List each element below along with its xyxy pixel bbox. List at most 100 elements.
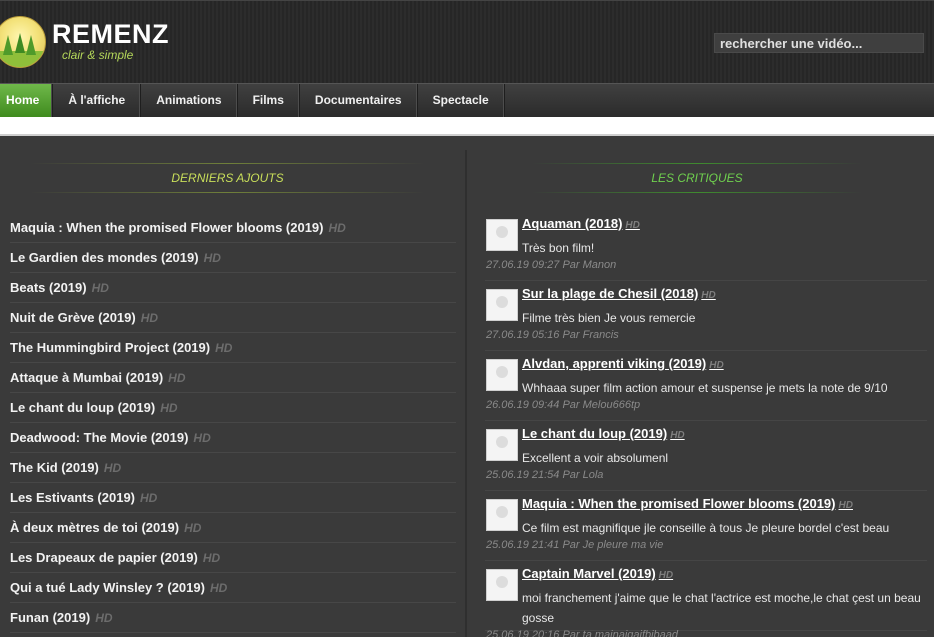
film-title: The Hummingbird Project (2019) <box>10 340 211 355</box>
review-film-link[interactable]: Aquaman (2018) HD <box>522 216 640 231</box>
film-item[interactable]: Beats (2019) HD <box>10 273 456 303</box>
hd-badge: HD <box>328 221 346 235</box>
hd-badge: HD <box>709 360 724 371</box>
nav-spectacle[interactable]: Spectacle <box>418 84 505 117</box>
film-item[interactable]: Funan (2019) HD <box>10 603 456 633</box>
review-meta: 27.06.19 09:27 Par Manon <box>486 259 617 271</box>
hd-badge: HD <box>184 521 202 535</box>
nav-home[interactable]: Home <box>0 84 54 117</box>
review-text: Très bon film! <box>522 241 595 255</box>
review-text: Ce film est magnifique jle conseille à t… <box>522 521 890 535</box>
nav-a-laffiche[interactable]: À l'affiche <box>53 84 142 117</box>
film-title: Attaque à Mumbai (2019) <box>10 370 164 385</box>
avatar <box>486 499 518 531</box>
hd-badge: HD <box>203 251 221 265</box>
film-item[interactable]: Deadwood: The Movie (2019) HD <box>10 423 456 453</box>
latest-additions-column: DERNIERS AJOUTS Maquia : When the promis… <box>0 138 465 637</box>
hd-badge: HD <box>168 371 186 385</box>
search-input[interactable] <box>714 33 924 53</box>
hd-badge: HD <box>670 430 685 441</box>
review-film-link[interactable]: Le chant du loup (2019) HD <box>522 426 685 441</box>
hd-badge: HD <box>160 401 178 415</box>
review-film-link[interactable]: Maquia : When the promised Flower blooms… <box>522 496 853 511</box>
review-film-title: Maquia : When the promised Flower blooms… <box>522 496 836 511</box>
film-title: The Kid (2019) <box>10 460 99 475</box>
hd-badge: HD <box>91 281 109 295</box>
hd-badge: HD <box>658 570 674 581</box>
hd-badge: HD <box>193 431 211 445</box>
nav-documentaires[interactable]: Documentaires <box>300 84 418 117</box>
hd-badge: HD <box>95 611 113 625</box>
film-item[interactable]: Le Gardien des mondes (2019) HD <box>10 243 456 273</box>
nav-films[interactable]: Films <box>238 84 300 117</box>
film-item[interactable]: Le chant du loup (2019) HD <box>10 393 456 423</box>
film-title: À deux mètres de toi (2019) <box>10 520 180 535</box>
hd-badge: HD <box>838 500 853 511</box>
film-title: Le Gardien des mondes (2019) <box>10 250 199 265</box>
site-header: REMENZ clair & simple <box>0 0 934 83</box>
review-film-title: Sur la plage de Chesil (2018) <box>522 286 699 301</box>
review-film-link[interactable]: Alvdan, apprenti viking (2019) HD <box>522 356 724 371</box>
review-film-title: Aquaman (2018) <box>522 216 623 231</box>
film-title: Les Drapeaux de papier (2019) <box>10 550 198 565</box>
review-meta: 27.06.19 05:16 Par Francis <box>486 329 619 341</box>
nav-animations[interactable]: Animations <box>141 84 238 117</box>
hd-badge: HD <box>140 311 159 325</box>
film-list: Maquia : When the promised Flower blooms… <box>10 213 456 633</box>
review-meta: 26.06.19 09:44 Par Melou666tp <box>486 399 641 411</box>
hd-badge: HD <box>701 290 716 301</box>
hd-badge: HD <box>209 581 228 595</box>
review-text: Whhaaa super film action amour et suspen… <box>522 381 888 395</box>
review-meta: 25.06.19 21:41 Par Je pleure ma vie <box>486 539 664 551</box>
review-film-link[interactable]: Captain Marvel (2019) HD <box>522 566 673 581</box>
film-title: Maquia : When the promised Flower blooms… <box>10 220 324 235</box>
review-item: Aquaman (2018) HD Très bon film! 27.06.19 0… <box>485 211 927 281</box>
review-meta: 25.06.19 21:54 Par Lola <box>486 469 604 481</box>
film-item[interactable]: Nuit de Grève (2019) HD <box>10 303 456 333</box>
film-title: Qui a tué Lady Winsley ? (2019) <box>10 580 205 595</box>
film-title: Le chant du loup (2019) <box>10 400 156 415</box>
film-title: Nuit de Grève (2019) <box>10 310 136 325</box>
hd-badge: HD <box>103 461 122 475</box>
review-text: moi franchement j'aime que le chat l'act… <box>522 591 921 625</box>
site-subtitle: clair & simple <box>62 48 134 62</box>
reviews-column: LES CRITIQUES Aquaman (2018) HD Très bon f… <box>467 138 934 637</box>
review-film-title: Alvdan, apprenti viking (2019) <box>522 356 707 371</box>
film-title: Deadwood: The Movie (2019) <box>10 430 189 445</box>
film-item[interactable]: The Hummingbird Project (2019) HD <box>10 333 456 363</box>
hd-badge: HD <box>215 341 233 355</box>
logo-icon[interactable] <box>0 16 46 68</box>
film-item[interactable]: Les Drapeaux de papier (2019) HD <box>10 543 456 573</box>
avatar <box>486 429 518 461</box>
review-item: Maquia : When the promised Flower blooms… <box>485 491 927 561</box>
review-meta: 25.06.19 20:16 Par ta mainaigaifbibaad <box>486 629 679 637</box>
film-item[interactable]: À deux mètres de toi (2019) HD <box>10 513 456 543</box>
site-title[interactable]: REMENZ <box>52 19 169 50</box>
hd-badge: HD <box>202 551 221 565</box>
avatar <box>486 289 518 321</box>
main-nav: Home À l'affiche Animations Films Docume… <box>0 83 934 117</box>
film-title: Beats (2019) <box>10 280 87 295</box>
review-item: Alvdan, apprenti viking (2019) HD Whhaaa s… <box>485 351 927 421</box>
reviews-title: LES CRITIQUES <box>532 163 862 193</box>
review-film-title: Captain Marvel (2019) <box>522 566 656 581</box>
review-item: Captain Marvel (2019) HD moi franchement j… <box>485 561 927 637</box>
white-strip <box>0 117 934 136</box>
film-title: Les Estivants (2019) <box>10 490 136 505</box>
review-list: Aquaman (2018) HD Très bon film! 27.06.19 0… <box>485 211 927 637</box>
review-text: Excellent a voir absolumenl <box>522 451 669 465</box>
review-film-link[interactable]: Sur la plage de Chesil (2018) HD <box>522 286 716 301</box>
film-item[interactable]: Attaque à Mumbai (2019) HD <box>10 363 456 393</box>
avatar <box>486 359 518 391</box>
film-item[interactable]: Les Estivants (2019) HD <box>10 483 456 513</box>
review-item: Le chant du loup (2019) HD Excellent a voi… <box>485 421 927 491</box>
latest-additions-title: DERNIERS AJOUTS <box>30 163 425 193</box>
review-film-title: Le chant du loup (2019) <box>522 426 668 441</box>
hd-badge: HD <box>140 491 158 505</box>
film-title: Funan (2019) <box>10 610 91 625</box>
review-item: Sur la plage de Chesil (2018) HD Filme trè… <box>485 281 927 351</box>
hd-badge: HD <box>625 220 640 231</box>
film-item[interactable]: Qui a tué Lady Winsley ? (2019) HD <box>10 573 456 603</box>
film-item[interactable]: Maquia : When the promised Flower blooms… <box>10 213 456 243</box>
film-item[interactable]: The Kid (2019) HD <box>10 453 456 483</box>
